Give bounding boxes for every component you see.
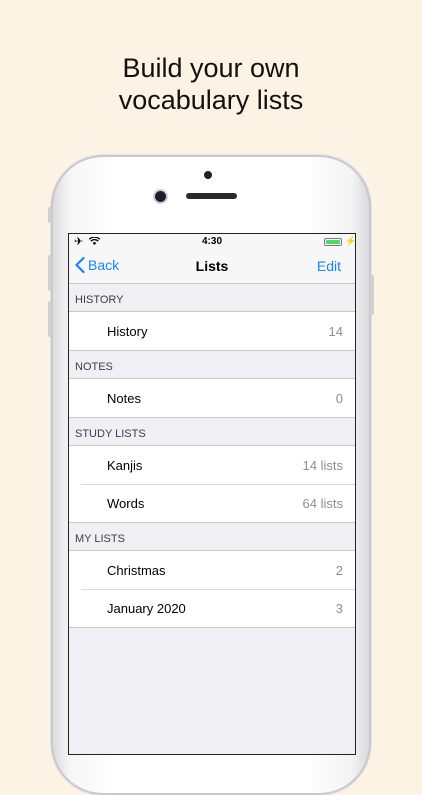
back-label: Back (88, 257, 120, 273)
row-label: January 2020 (107, 600, 186, 616)
row-count: 3 (335, 600, 343, 616)
section-study-lists: Kanjis 14 lists Words 64 lists (69, 446, 355, 523)
row-label: History (107, 323, 148, 339)
charging-icon: ⚡ (345, 236, 356, 246)
mute-switch (48, 207, 52, 223)
back-button[interactable]: Back (75, 257, 119, 273)
row-count: 64 lists (302, 495, 343, 511)
section-header-study-lists: STUDY LISTS (69, 418, 355, 446)
power-button (370, 275, 374, 315)
lists-table: HISTORY History 14 NOTES Notes 0 STUDY L… (69, 284, 355, 628)
earpiece-speaker (186, 193, 237, 199)
navigation-bar: Back Lists Edit (69, 250, 355, 284)
volume-up-button (48, 255, 52, 291)
section-header-notes: NOTES (69, 351, 355, 379)
section-notes: Notes 0 (69, 379, 355, 418)
marketing-headline: Build your own vocabulary lists (0, 52, 422, 116)
list-row-christmas[interactable]: Christmas 2 (69, 551, 355, 589)
list-row-words[interactable]: Words 64 lists (69, 484, 355, 522)
proximity-sensor (204, 171, 212, 179)
row-count: 2 (335, 562, 343, 578)
edit-button[interactable]: Edit (317, 258, 341, 274)
headline-line-2: vocabulary lists (118, 85, 304, 115)
row-count: 14 (328, 323, 343, 339)
list-row-history[interactable]: History 14 (69, 312, 355, 350)
row-count: 0 (335, 390, 343, 406)
row-count: 14 lists (302, 457, 343, 473)
section-my-lists: Christmas 2 January 2020 3 (69, 551, 355, 628)
phone-frame: ✈ 4:30 ⚡ Back Lists Edit HISTORY History… (48, 155, 374, 795)
row-label: Kanjis (107, 457, 143, 473)
list-row-kanjis[interactable]: Kanjis 14 lists (69, 446, 355, 484)
phone-screen: ✈ 4:30 ⚡ Back Lists Edit HISTORY History… (68, 233, 356, 755)
chevron-left-icon (75, 257, 85, 273)
section-history: History 14 (69, 312, 355, 351)
front-camera (155, 191, 166, 202)
row-label: Notes (107, 390, 141, 406)
row-label: Words (107, 495, 145, 511)
battery-icon (324, 238, 342, 246)
list-row-notes[interactable]: Notes 0 (69, 379, 355, 417)
section-header-history: HISTORY (69, 284, 355, 312)
list-row-january-2020[interactable]: January 2020 3 (69, 589, 355, 627)
section-header-my-lists: MY LISTS (69, 523, 355, 551)
status-bar: ✈ 4:30 ⚡ (69, 234, 355, 250)
row-label: Christmas (107, 562, 166, 578)
status-time: 4:30 (201, 236, 222, 247)
volume-down-button (48, 301, 52, 337)
headline-line-1: Build your own (122, 53, 300, 83)
